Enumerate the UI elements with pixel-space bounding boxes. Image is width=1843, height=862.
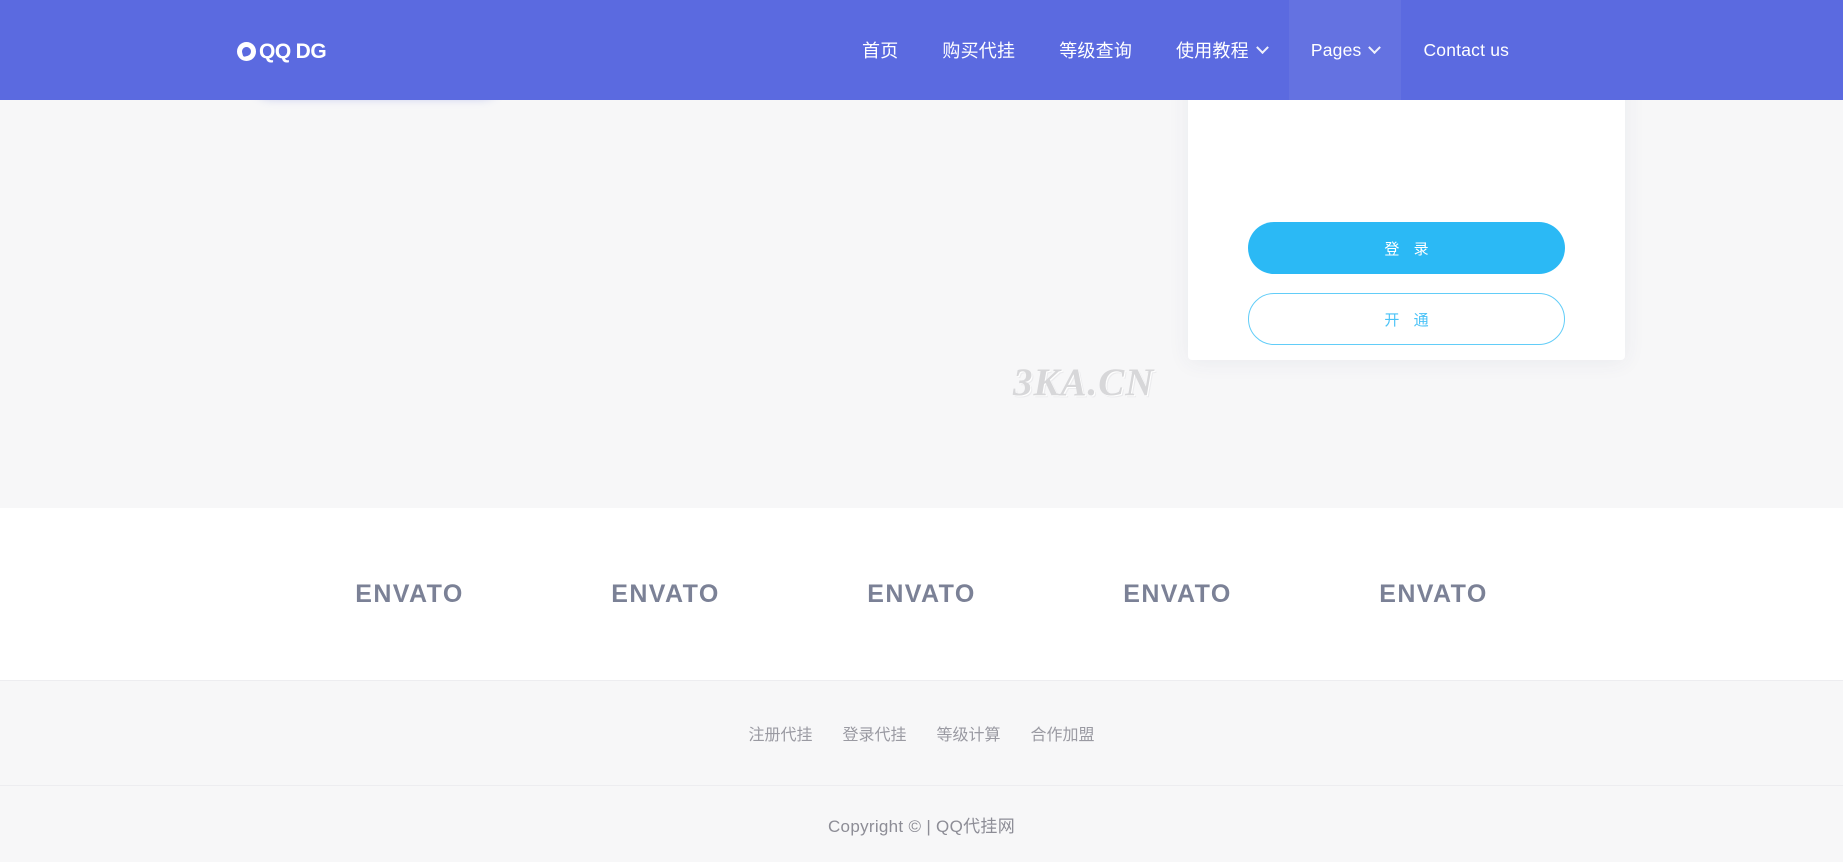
partner-logo[interactable]: ENVATO bbox=[1306, 580, 1562, 609]
nav-item-tutorial[interactable]: 使用教程 bbox=[1154, 0, 1289, 100]
partner-logo[interactable]: ENVATO bbox=[794, 580, 1050, 609]
activate-button[interactable]: 开 通 bbox=[1248, 293, 1565, 345]
footer-links: 注册代挂 登录代挂 等级计算 合作加盟 bbox=[748, 721, 1094, 745]
footer-link-level-calc[interactable]: 等级计算 bbox=[937, 721, 1001, 745]
footer-section: 注册代挂 登录代挂 等级计算 合作加盟 bbox=[0, 680, 1843, 785]
site-watermark: 3KA.CN bbox=[1013, 361, 1155, 404]
partner-logo[interactable]: ENVATO bbox=[282, 580, 538, 609]
nav-item-contact-us-label: Contact us bbox=[1423, 39, 1510, 60]
nav-item-home[interactable]: 首页 bbox=[840, 0, 920, 100]
copyright-text: Copyright © | QQ代挂网 bbox=[827, 816, 1015, 836]
nav-item-tutorial-label: 使用教程 bbox=[1176, 41, 1249, 61]
partner-logos-row: ENVATO ENVATO ENVATO ENVATO ENVATO bbox=[282, 580, 1562, 609]
nav-item-level-query-label: 等级查询 bbox=[1059, 41, 1133, 61]
site-header: QQ DG 首页 购买代挂 等级查询 使用教程 Pages Contact us bbox=[0, 0, 1843, 100]
logo-text-qq: QQ bbox=[259, 39, 291, 63]
copyright-bar: Copyright © | QQ代挂网 bbox=[0, 785, 1843, 862]
chevron-down-icon bbox=[1255, 40, 1269, 54]
logo-text-dg: DG bbox=[295, 39, 327, 63]
nav-item-buy-service[interactable]: 购买代挂 bbox=[920, 0, 1037, 100]
partner-logos-section: ENVATO ENVATO ENVATO ENVATO ENVATO bbox=[0, 508, 1843, 680]
nav-item-pages[interactable]: Pages bbox=[1288, 0, 1402, 100]
partner-logo[interactable]: ENVATO bbox=[1050, 580, 1306, 609]
partner-logo[interactable]: ENVATO bbox=[538, 580, 794, 609]
nav-item-buy-service-label: 购买代挂 bbox=[942, 41, 1016, 61]
nav-item-level-query[interactable]: 等级查询 bbox=[1037, 0, 1154, 100]
qq-circle-icon bbox=[237, 41, 256, 61]
main-navigation: 首页 购买代挂 等级查询 使用教程 Pages Contact us bbox=[840, 0, 1531, 100]
logo-text: QQ DG bbox=[259, 39, 327, 63]
login-button[interactable]: 登 录 bbox=[1248, 222, 1565, 274]
chevron-down-icon bbox=[1368, 40, 1382, 54]
nav-item-home-label: 首页 bbox=[862, 41, 899, 61]
footer-link-register[interactable]: 注册代挂 bbox=[748, 721, 812, 745]
footer-link-login[interactable]: 登录代挂 bbox=[842, 721, 906, 745]
nav-item-contact-us[interactable]: Contact us bbox=[1401, 0, 1531, 100]
footer-link-partnership[interactable]: 合作加盟 bbox=[1031, 721, 1095, 745]
site-logo[interactable]: QQ DG bbox=[237, 38, 327, 64]
nav-item-pages-label: Pages bbox=[1310, 39, 1362, 60]
